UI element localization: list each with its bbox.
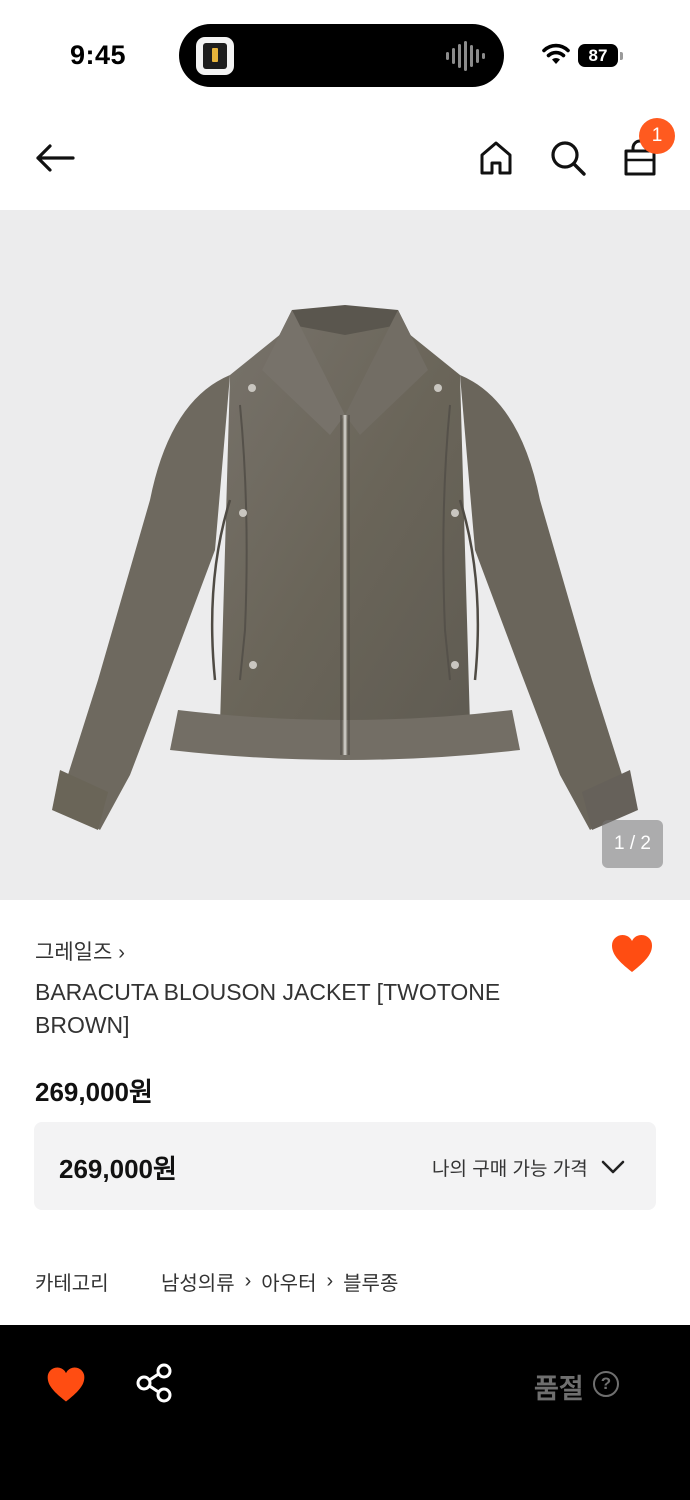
- product-jacket-image: [52, 305, 638, 830]
- my-price-value: 269,000원: [59, 1154, 177, 1184]
- product-image-carousel[interactable]: [0, 210, 690, 900]
- product-price: 269,000원: [35, 1077, 153, 1107]
- heart-icon: [611, 934, 653, 972]
- audio-wave-icon: [446, 41, 485, 71]
- back-arrow-icon: [36, 144, 75, 172]
- dynamic-island: [179, 24, 504, 87]
- share-icon: [136, 1363, 172, 1403]
- category-crumb[interactable]: 블루종: [343, 1267, 398, 1296]
- chevron-right-icon: ›: [244, 1269, 252, 1292]
- search-button[interactable]: [544, 134, 592, 182]
- chevron-down-icon: [601, 1160, 625, 1174]
- product-name: BARACUTA BLOUSON JACKET [TWOTONE BROWN]: [35, 979, 501, 1038]
- brand-name: 그레일즈: [35, 941, 113, 964]
- category-crumb[interactable]: 남성의류: [161, 1267, 235, 1296]
- brand-link[interactable]: 그레일즈 ›: [35, 936, 125, 966]
- help-icon[interactable]: ?: [593, 1371, 619, 1397]
- category-breadcrumb: 카테고리 남성의류 › 아우터 › 블루종: [35, 1266, 398, 1296]
- wifi-icon: [542, 43, 570, 64]
- chevron-right-icon: ›: [118, 942, 125, 964]
- heart-icon: [47, 1367, 85, 1402]
- battery-icon: 87: [578, 44, 624, 67]
- my-price-dropdown[interactable]: 269,000원 나의 구매 가능 가격: [34, 1122, 656, 1210]
- image-counter: 1 / 2: [602, 820, 663, 868]
- app-icon: [196, 37, 234, 75]
- battery-level: 87: [578, 44, 618, 67]
- cart-count-badge: 1: [639, 118, 675, 154]
- search-icon: [551, 141, 586, 176]
- soldout-status: 품절: [534, 1374, 584, 1404]
- share-button[interactable]: [133, 1361, 177, 1405]
- app-header: [0, 110, 690, 210]
- bottom-wishlist-button[interactable]: [44, 1363, 88, 1407]
- my-price-label: 나의 구매 가능 가격: [432, 1159, 588, 1180]
- home-button[interactable]: [472, 134, 520, 182]
- bottom-action-bar: 품절 ?: [0, 1325, 690, 1500]
- wishlist-button[interactable]: [608, 930, 656, 978]
- category-crumb[interactable]: 아우터: [261, 1267, 316, 1296]
- chevron-right-icon: ›: [326, 1269, 334, 1292]
- home-icon: [480, 141, 512, 175]
- status-bar: 9:45 87: [0, 0, 690, 110]
- category-label: 카테고리: [35, 1272, 109, 1295]
- back-button[interactable]: [31, 134, 79, 182]
- status-time: 9:45: [70, 40, 127, 70]
